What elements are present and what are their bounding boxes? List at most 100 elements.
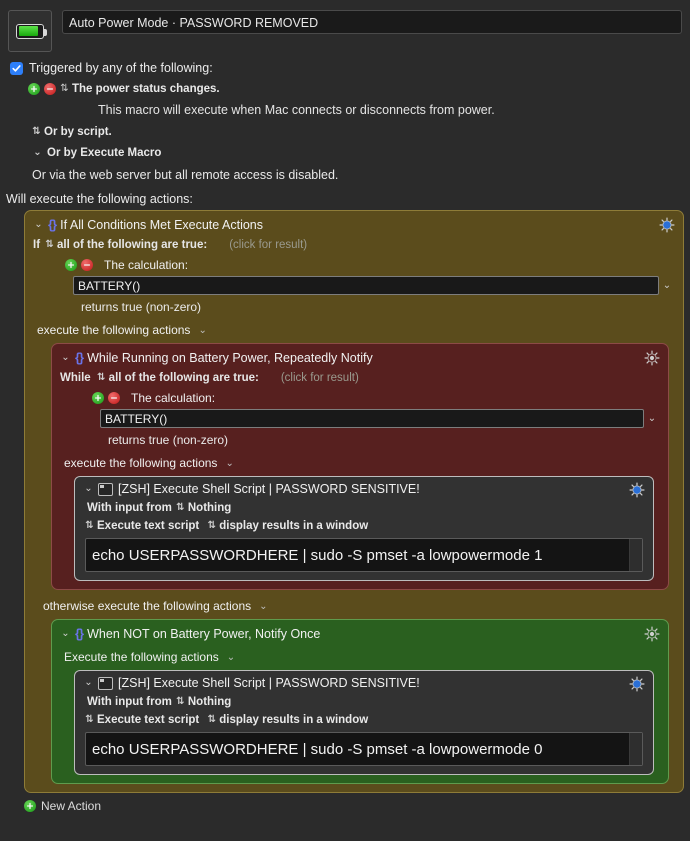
while-block-chevron-down-icon[interactable]: ⌄ bbox=[60, 352, 71, 363]
shell-ac-output-stepper-icon[interactable]: ⇅ bbox=[207, 715, 216, 725]
or-web-server-row: Or via the web server but all remote acc… bbox=[32, 168, 690, 182]
while-calculation-label: The calculation: bbox=[131, 391, 216, 405]
braces-icon: {} bbox=[75, 350, 84, 365]
shell-ac-script-type-stepper-icon[interactable]: ⇅ bbox=[85, 715, 94, 725]
while-keyword: While bbox=[60, 372, 91, 384]
shell-script-action-battery: ⌄ [ZSH] Execute Shell Script | PASSWORD … bbox=[74, 476, 654, 581]
if-otherwise-chevron-down-icon[interactable]: ⌄ bbox=[259, 601, 267, 612]
trigger-type-stepper-icon[interactable]: ⇅ bbox=[60, 84, 69, 94]
while-calculation-chevron-down-icon[interactable]: ⌄ bbox=[644, 413, 660, 424]
macro-title-input[interactable]: Auto Power Mode · PASSWORD REMOVED bbox=[62, 10, 682, 34]
new-action-row[interactable]: New Action bbox=[24, 799, 690, 813]
shell-ac-header: ⌄ [ZSH] Execute Shell Script | PASSWORD … bbox=[83, 676, 645, 692]
if-calculation-field-row: BATTERY() ⌄ bbox=[73, 276, 675, 295]
or-script-stepper-icon[interactable]: ⇅ bbox=[32, 127, 41, 137]
if-condition-mode-row[interactable]: If ⇅ all of the following are true: (cli… bbox=[33, 239, 675, 251]
shell-battery-scrollbar[interactable] bbox=[629, 539, 642, 571]
macro-header: Auto Power Mode · PASSWORD REMOVED bbox=[0, 0, 690, 52]
shell-battery-output-stepper-icon[interactable]: ⇅ bbox=[207, 521, 216, 531]
shell-ac-mode-row[interactable]: ⇅ Execute text script ⇅ display results … bbox=[85, 714, 645, 726]
shell-battery-chevron-down-icon[interactable]: ⌄ bbox=[83, 484, 94, 494]
green-block-chevron-down-icon[interactable]: ⌄ bbox=[60, 628, 71, 639]
if-block-header: ⌄ {} If All Conditions Met Execute Actio… bbox=[33, 217, 675, 233]
if-returns-label: returns true (non-zero) bbox=[81, 300, 202, 314]
shell-script-action-ac: ⌄ [ZSH] Execute Shell Script | PASSWORD … bbox=[74, 670, 654, 775]
if-condition-mode: all of the following are true: bbox=[57, 239, 208, 251]
while-block-gear-icon[interactable] bbox=[644, 350, 660, 366]
shell-battery-output-mode: display results in a window bbox=[219, 520, 369, 532]
shell-battery-mode-row[interactable]: ⇅ Execute text script ⇅ display results … bbox=[85, 520, 645, 532]
shell-ac-scrollbar[interactable] bbox=[629, 733, 642, 765]
trigger-item-row: ⇅ The power status changes. bbox=[28, 83, 690, 95]
trigger-enable-row[interactable]: Triggered by any of the following: bbox=[10, 60, 690, 76]
while-returns-label: returns true (non-zero) bbox=[108, 433, 229, 447]
add-trigger-button[interactable] bbox=[28, 83, 40, 95]
add-condition-button[interactable] bbox=[92, 392, 104, 404]
shell-battery-input-label: With input from bbox=[87, 502, 172, 514]
shell-battery-script-text[interactable]: echo USERPASSWORDHERE | sudo -S pmset -a… bbox=[86, 547, 629, 564]
trigger-checkbox[interactable] bbox=[10, 61, 23, 75]
while-calculation-input[interactable]: BATTERY() bbox=[100, 409, 644, 428]
if-calculation-input[interactable]: BATTERY() bbox=[73, 276, 659, 295]
shell-battery-input-row[interactable]: With input from ⇅ Nothing bbox=[87, 502, 645, 514]
while-execute-actions-label: execute the following actions bbox=[64, 456, 218, 470]
shell-ac-script-editor[interactable]: echo USERPASSWORDHERE | sudo -S pmset -a… bbox=[85, 732, 643, 766]
braces-icon: {} bbox=[75, 626, 84, 641]
braces-icon: {} bbox=[48, 217, 57, 232]
if-result-hint[interactable]: (click for result) bbox=[229, 239, 307, 251]
remove-condition-button[interactable] bbox=[108, 392, 120, 404]
while-block-header: ⌄ {} While Running on Battery Power, Rep… bbox=[60, 350, 660, 366]
while-result-hint[interactable]: (click for result) bbox=[281, 372, 359, 384]
remove-condition-button[interactable] bbox=[81, 259, 93, 271]
green-block-gear-icon[interactable] bbox=[644, 626, 660, 642]
while-block: ⌄ {} While Running on Battery Power, Rep… bbox=[51, 343, 669, 590]
shell-battery-input-value: Nothing bbox=[187, 502, 232, 514]
remove-trigger-button[interactable] bbox=[44, 83, 56, 95]
green-block-title: When NOT on Battery Power, Notify Once bbox=[87, 626, 321, 641]
or-execute-macro-chevron-down-icon[interactable]: ⌄ bbox=[32, 148, 43, 158]
while-mode-stepper-icon[interactable]: ⇅ bbox=[97, 373, 106, 383]
shell-ac-input-row[interactable]: With input from ⇅ Nothing bbox=[87, 696, 645, 708]
while-block-title: While Running on Battery Power, Repeated… bbox=[87, 350, 373, 365]
group-block-not-on-battery: ⌄ {} When NOT on Battery Power, Notify O… bbox=[51, 619, 669, 784]
add-condition-button[interactable] bbox=[65, 259, 77, 271]
while-condition-mode: all of the following are true: bbox=[108, 372, 259, 384]
shell-battery-script-editor[interactable]: echo USERPASSWORDHERE | sudo -S pmset -a… bbox=[85, 538, 643, 572]
trigger-enable-label: Triggered by any of the following: bbox=[29, 61, 213, 75]
shell-ac-script-text[interactable]: echo USERPASSWORDHERE | sudo -S pmset -a… bbox=[86, 741, 629, 758]
if-execute-chevron-down-icon[interactable]: ⌄ bbox=[198, 325, 206, 336]
while-execute-chevron-down-icon[interactable]: ⌄ bbox=[225, 458, 233, 469]
if-execute-actions-label: execute the following actions bbox=[37, 323, 191, 337]
shell-ac-output-mode: display results in a window bbox=[219, 714, 369, 726]
shell-battery-gear-icon[interactable] bbox=[629, 482, 645, 498]
macro-icon-well[interactable] bbox=[8, 10, 52, 52]
if-conditions-block: ⌄ {} If All Conditions Met Execute Actio… bbox=[24, 210, 684, 793]
or-by-script-row[interactable]: ⇅ Or by script. bbox=[32, 126, 690, 138]
if-block-chevron-down-icon[interactable]: ⌄ bbox=[33, 219, 44, 230]
if-block-title: If All Conditions Met Execute Actions bbox=[60, 217, 264, 232]
shell-ac-input-stepper-icon[interactable]: ⇅ bbox=[176, 697, 185, 707]
shell-battery-script-type-stepper-icon[interactable]: ⇅ bbox=[85, 521, 94, 531]
if-calculation-row: The calculation: bbox=[65, 258, 675, 272]
green-execute-chevron-down-icon[interactable]: ⌄ bbox=[227, 652, 235, 663]
trigger-section: Triggered by any of the following: ⇅ The… bbox=[0, 52, 690, 182]
or-execute-macro-label: Or by Execute Macro bbox=[47, 147, 162, 159]
shell-ac-title: [ZSH] Execute Shell Script | PASSWORD SE… bbox=[118, 676, 420, 690]
green-execute-actions-row: Execute the following actions ⌄ bbox=[64, 650, 660, 664]
if-block-gear-icon[interactable] bbox=[659, 217, 675, 233]
shell-ac-gear-icon[interactable] bbox=[629, 676, 645, 692]
while-execute-actions-row: execute the following actions ⌄ bbox=[64, 456, 660, 470]
shell-ac-script-type: Execute text script bbox=[97, 714, 200, 726]
new-action-add-icon[interactable] bbox=[24, 800, 36, 812]
actions-header: Will execute the following actions: bbox=[6, 192, 193, 206]
if-mode-stepper-icon[interactable]: ⇅ bbox=[45, 240, 54, 250]
terminal-icon bbox=[98, 676, 113, 690]
while-calculation-row: The calculation: bbox=[92, 391, 660, 405]
if-calculation-chevron-down-icon[interactable]: ⌄ bbox=[659, 280, 675, 291]
shell-battery-script-type: Execute text script bbox=[97, 520, 200, 532]
while-condition-mode-row[interactable]: While ⇅ all of the following are true: (… bbox=[60, 372, 660, 384]
shell-battery-input-stepper-icon[interactable]: ⇅ bbox=[176, 503, 185, 513]
if-calculation-label: The calculation: bbox=[104, 258, 189, 272]
or-execute-macro-row[interactable]: ⌄ Or by Execute Macro bbox=[32, 147, 690, 159]
shell-ac-chevron-down-icon[interactable]: ⌄ bbox=[83, 678, 94, 688]
